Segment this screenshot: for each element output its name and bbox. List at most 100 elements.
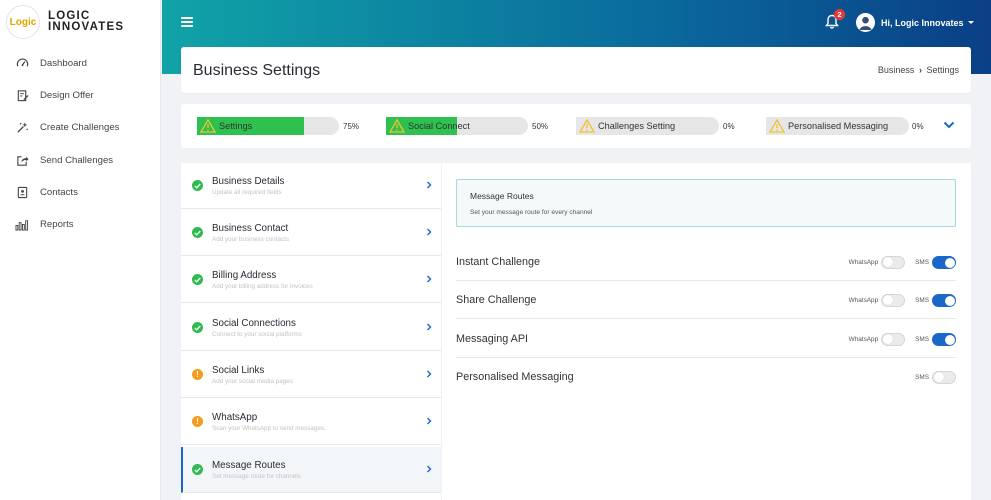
settings-item-subtitle: Update all required fields <box>212 189 282 196</box>
chevron-right-icon <box>427 323 432 331</box>
settings-item-title: Social Links <box>212 365 265 376</box>
sidebar-item-label: Send Challenges <box>40 154 114 166</box>
sms-toggle[interactable] <box>932 256 956 269</box>
whatsapp-toggle-label: WhatsApp <box>848 336 879 343</box>
progress-percent: 0% <box>912 122 924 131</box>
progress-label: Social Connect <box>408 121 470 131</box>
chevron-right-icon <box>427 181 432 189</box>
progress-percent: 0% <box>723 122 735 131</box>
route-toggles: SMS <box>915 371 956 384</box>
settings-item-subtitle: Set message route for channels <box>212 473 301 480</box>
warning-icon <box>200 119 216 133</box>
notification-badge: 2 <box>834 9 845 20</box>
chevron-right-icon <box>427 370 432 378</box>
sms-toggle-label: SMS <box>915 374 929 381</box>
sidebar-nav: Dashboard Design Offer Create Challenges… <box>0 47 160 241</box>
caret-down-icon <box>967 21 974 24</box>
sidebar-item-create-challenges[interactable]: Create Challenges <box>0 112 160 144</box>
settings-item-whatsapp[interactable]: ! WhatsApp Scan your WhatsApp to send me… <box>181 399 441 445</box>
contact-card-icon <box>15 185 29 199</box>
progress-label: Personalised Messaging <box>788 121 889 131</box>
breadcrumb-current: Settings <box>926 65 959 75</box>
whatsapp-toggle[interactable] <box>881 333 906 346</box>
whatsapp-toggle-label: WhatsApp <box>848 297 879 304</box>
breadcrumb-separator: › <box>918 65 922 75</box>
sidebar-item-send-challenges[interactable]: Send Challenges <box>0 144 160 176</box>
settings-list: Business Details Update all required fie… <box>181 163 441 500</box>
settings-item-message-routes[interactable]: Message Routes Set message route for cha… <box>181 447 441 493</box>
check-circle-icon <box>192 274 203 285</box>
sms-toggle-label: SMS <box>915 259 929 266</box>
warning-icon <box>579 119 595 133</box>
info-title: Message Routes <box>470 191 534 201</box>
message-routes-panel: Message Routes Set your message route fo… <box>442 163 971 500</box>
settings-item-title: Business Details <box>212 176 285 187</box>
route-toggles: WhatsApp SMS <box>849 256 956 269</box>
route-row-messaging-api: Messaging API WhatsApp SMS <box>456 320 956 358</box>
check-circle-icon <box>192 464 203 475</box>
share-icon <box>15 153 29 167</box>
sidebar-item-label: Dashboard <box>40 57 87 69</box>
chevron-down-icon[interactable] <box>943 120 955 130</box>
menu-toggle-icon[interactable] <box>181 17 193 27</box>
avatar <box>856 13 875 32</box>
breadcrumb-parent[interactable]: Business <box>878 65 915 75</box>
settings-item-title: WhatsApp <box>212 412 258 423</box>
settings-item-subtitle: Add your billing address for invoices <box>212 283 313 290</box>
settings-item-subtitle: Add your business contacts <box>212 236 290 243</box>
progress-label: Challenges Setting <box>598 121 676 131</box>
route-title: Messaging API <box>456 333 529 345</box>
settings-item-subtitle: Connect to your social platforms <box>212 331 302 338</box>
logo: Logic <box>6 5 40 39</box>
settings-item-title: Business Contact <box>212 223 289 234</box>
route-row-personalised-messaging: Personalised Messaging SMS <box>456 358 956 396</box>
brand-name: LOGIC INNOVATES <box>48 10 125 33</box>
chevron-right-icon <box>427 417 432 425</box>
whatsapp-toggle[interactable] <box>881 256 906 269</box>
settings-item-business-contact[interactable]: Business Contact Add your business conta… <box>181 210 441 256</box>
sidebar-item-contacts[interactable]: Contacts <box>0 176 160 208</box>
brand-name-line2: INNOVATES <box>48 21 125 33</box>
sidebar-item-dashboard[interactable]: Dashboard <box>0 47 160 79</box>
check-circle-icon <box>192 180 203 191</box>
bar-chart-icon <box>15 218 29 232</box>
chevron-right-icon <box>427 228 432 236</box>
sms-toggle-label: SMS <box>915 297 929 304</box>
sidebar-item-label: Contacts <box>40 186 78 198</box>
route-row-share-challenge: Share Challenge WhatsApp SMS <box>456 281 956 319</box>
speedometer-icon <box>15 56 29 70</box>
route-row-instant-challenge: Instant Challenge WhatsApp SMS <box>456 243 956 281</box>
sidebar-item-label: Design Offer <box>40 89 94 101</box>
sidebar-item-reports[interactable]: Reports <box>0 208 160 240</box>
sidebar-item-design-offer[interactable]: Design Offer <box>0 79 160 111</box>
route-title: Share Challenge <box>456 294 537 306</box>
breadcrumb: Business › Settings <box>878 65 959 75</box>
user-menu[interactable]: Hi, Logic Innovates <box>856 13 974 32</box>
chevron-right-icon <box>427 275 432 283</box>
settings-item-billing-address[interactable]: Billing Address Add your billing address… <box>181 257 441 303</box>
sidebar-item-label: Create Challenges <box>40 122 120 134</box>
magic-wand-icon <box>15 121 29 135</box>
settings-item-social-connections[interactable]: Social Connections Connect to your socia… <box>181 305 441 351</box>
sms-toggle[interactable] <box>932 333 956 346</box>
warning-icon <box>769 119 785 133</box>
whatsapp-toggle[interactable] <box>881 294 906 307</box>
settings-item-title: Social Connections <box>212 318 296 329</box>
settings-item-business-details[interactable]: Business Details Update all required fie… <box>181 163 441 209</box>
check-circle-icon <box>192 227 203 238</box>
logo-text: Logic <box>9 16 37 28</box>
brand[interactable]: Logic LOGIC INNOVATES <box>0 2 160 42</box>
sms-toggle[interactable] <box>932 371 956 384</box>
route-toggles: WhatsApp SMS <box>849 333 956 346</box>
chevron-right-icon <box>427 465 432 473</box>
sidebar-item-label: Reports <box>40 219 74 231</box>
exclamation-circle-icon: ! <box>192 416 203 427</box>
sms-toggle[interactable] <box>932 294 956 307</box>
warning-icon <box>389 119 405 133</box>
sms-toggle-label: SMS <box>915 336 929 343</box>
route-toggles: WhatsApp SMS <box>849 294 956 307</box>
info-box: Message Routes Set your message route fo… <box>456 179 956 227</box>
edit-document-icon <box>15 88 29 102</box>
settings-item-social-links[interactable]: ! Social Links Add your social media pag… <box>181 352 441 398</box>
exclamation-circle-icon: ! <box>192 369 203 380</box>
